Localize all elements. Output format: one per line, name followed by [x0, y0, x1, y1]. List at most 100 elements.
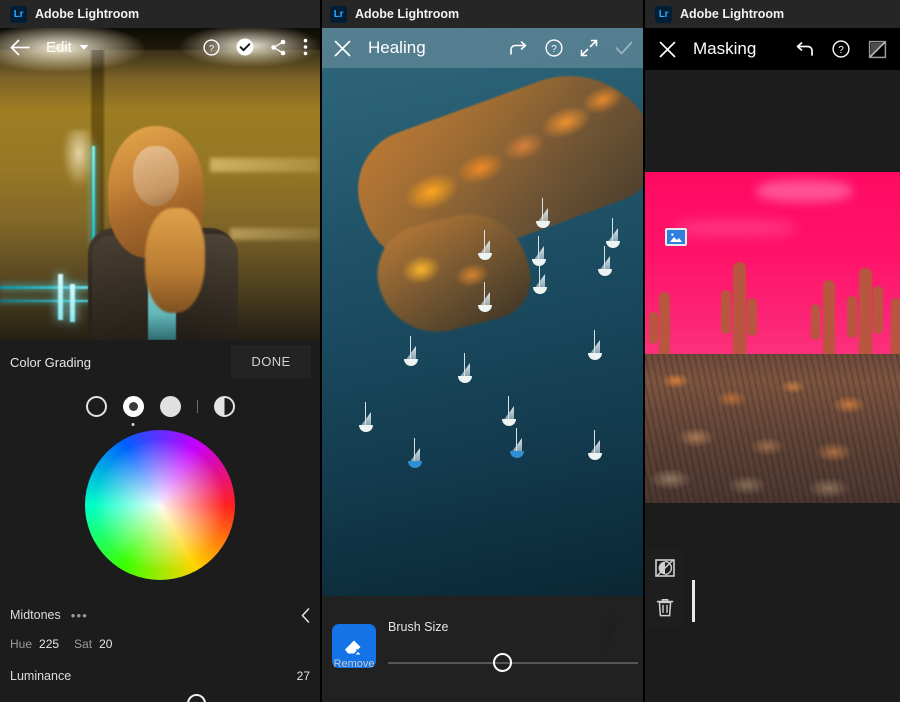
neon-vertical	[92, 146, 95, 244]
slider-knob[interactable]	[493, 653, 512, 672]
panel-title: Color Grading	[10, 354, 91, 370]
chevron-down-icon[interactable]	[79, 44, 89, 51]
active-tone-label: Midtones	[10, 608, 61, 622]
sat-value[interactable]: 20	[99, 637, 112, 651]
tone-highlights-button[interactable]	[159, 395, 181, 417]
redo-icon[interactable]	[509, 40, 528, 56]
shelf-light-1	[210, 158, 320, 172]
active-tone-row: Midtones •••	[0, 598, 320, 632]
more-vertical-icon[interactable]	[303, 38, 308, 56]
app-title: Adobe Lightroom	[680, 7, 785, 21]
photo-aerial-lake[interactable]	[320, 28, 645, 596]
confirm-check-icon[interactable]	[236, 38, 254, 56]
tone-global-button[interactable]	[213, 395, 235, 417]
color-wheel-area	[0, 428, 320, 598]
luminance-value: 27	[296, 669, 310, 683]
edit-toolbar: Edit ?	[0, 28, 320, 66]
hue-value[interactable]: 225	[39, 637, 59, 651]
color-grading-header: Color Grading DONE	[0, 340, 320, 384]
cactus-arm	[721, 290, 731, 334]
confirm-check-icon[interactable]	[615, 41, 633, 55]
tone-selected-indicator	[131, 422, 135, 426]
cactus-arm	[747, 298, 757, 336]
tone-divider	[196, 399, 198, 413]
neon-horizontal-2	[0, 300, 96, 302]
tone-midtones-button[interactable]	[122, 395, 144, 426]
invert-mask-button[interactable]	[655, 558, 675, 577]
slider-knob[interactable]	[187, 694, 206, 702]
help-circle-icon[interactable]: ?	[203, 38, 220, 56]
svg-text:?: ?	[838, 45, 844, 56]
lightroom-logo-icon: Lr	[655, 5, 672, 23]
pane-divider-2	[643, 0, 645, 702]
cactus-arm	[649, 312, 658, 344]
trash-icon	[656, 598, 674, 616]
undo-icon[interactable]	[794, 41, 814, 57]
photo-desert-masked[interactable]	[645, 172, 900, 503]
titlebar-edit: Lr Adobe Lightroom	[0, 0, 320, 28]
brush-size-label: Brush Size	[388, 620, 449, 634]
color-wheel[interactable]	[85, 430, 235, 580]
healing-toolbar: Healing ?	[320, 28, 645, 68]
luminance-slider[interactable]	[10, 690, 310, 702]
healing-title: Healing	[368, 38, 426, 57]
luminance-label: Luminance	[10, 669, 72, 683]
neon-bar-2	[70, 284, 75, 322]
tone-shadows-button[interactable]	[85, 395, 107, 417]
svg-text:?: ?	[551, 44, 557, 55]
lightroom-logo-icon: Lr	[10, 5, 27, 23]
neon-bar-1	[58, 274, 63, 320]
share-icon[interactable]	[270, 39, 287, 56]
pane-healing: Lr Adobe Lightroom Healing ?	[320, 0, 645, 702]
eraser-icon	[345, 640, 361, 655]
sat-label: Sat	[74, 637, 93, 651]
cactus-arm	[811, 304, 820, 340]
chevron-left-icon[interactable]	[301, 607, 310, 623]
svg-text:?: ?	[209, 43, 214, 54]
statue-highlight	[62, 130, 96, 188]
pane-divider-1	[320, 0, 322, 702]
photo-portrait[interactable]	[0, 28, 320, 340]
back-button[interactable]	[10, 39, 30, 56]
image-mask-icon	[669, 231, 683, 243]
masking-title: Masking	[693, 39, 757, 58]
mask-overlay-off-icon[interactable]	[868, 40, 887, 59]
lightroom-logo-icon: Lr	[330, 5, 347, 23]
cloud-1	[757, 180, 852, 202]
brush-size-slider[interactable]	[388, 649, 638, 672]
masking-toolbar: Masking ?	[645, 28, 900, 70]
help-circle-icon[interactable]: ?	[832, 40, 850, 58]
screenshot-root: Lr Adobe Lightroom Edit ? Color Grading …	[0, 0, 900, 702]
cactus	[733, 262, 746, 366]
subject-hair-front	[145, 208, 205, 313]
more-horizontal-icon[interactable]: •••	[71, 608, 88, 623]
luminance-row: Luminance 27	[0, 662, 320, 690]
help-circle-icon[interactable]: ?	[545, 39, 563, 57]
mask-scroll-indicator[interactable]	[692, 580, 695, 622]
color-grading-panel: Color Grading DONE Midtones ••• Hue 225 …	[0, 340, 320, 702]
close-icon[interactable]	[659, 41, 676, 58]
cloud-2	[675, 220, 795, 236]
expand-diagonal-icon[interactable]	[580, 39, 598, 57]
done-button[interactable]: DONE	[231, 345, 311, 378]
cactus	[859, 268, 872, 368]
close-icon[interactable]	[334, 40, 351, 57]
titlebar-healing: Lr Adobe Lightroom	[320, 0, 645, 28]
edit-title: Edit	[46, 38, 72, 56]
invert-mask-icon	[655, 558, 675, 577]
mask-tools-panel	[645, 548, 685, 628]
delete-mask-button[interactable]	[656, 598, 674, 618]
cactus-arm	[847, 296, 857, 338]
brush-size-control: Brush Size	[388, 620, 638, 672]
mask-thumbnail-badge[interactable]	[665, 228, 687, 246]
tone-selector	[0, 384, 320, 428]
slider-track	[388, 662, 638, 664]
pane-edit: Lr Adobe Lightroom Edit ? Color Grading …	[0, 0, 320, 702]
remove-tool-label: Remove	[333, 658, 375, 670]
cactus-arm	[873, 286, 883, 334]
shelf-light-2	[230, 228, 320, 240]
titlebar-masking: Lr Adobe Lightroom	[645, 0, 900, 28]
desert-ground	[645, 354, 900, 503]
hue-label: Hue	[10, 637, 33, 651]
app-title: Adobe Lightroom	[355, 7, 460, 21]
